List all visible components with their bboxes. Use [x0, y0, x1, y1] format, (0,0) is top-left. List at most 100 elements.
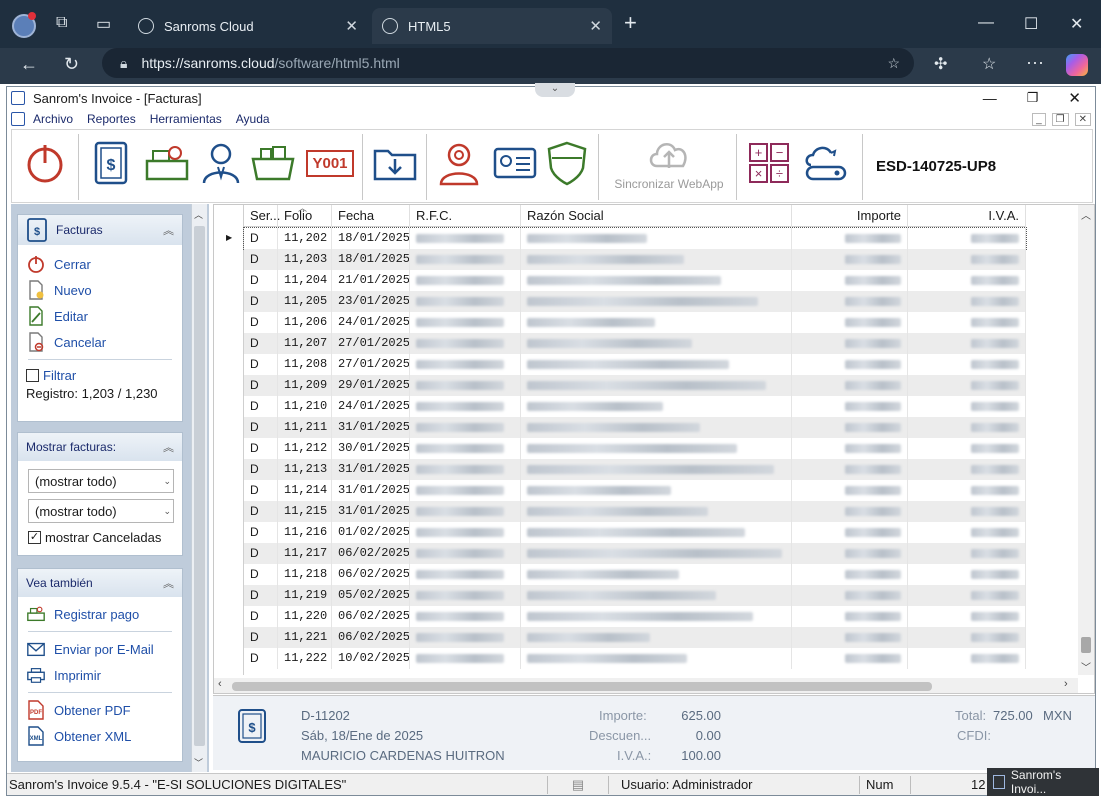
mdi-minimize-icon[interactable]: _	[1032, 112, 1046, 126]
tab-actions-icon[interactable]: ▭	[96, 14, 111, 34]
table-row[interactable]: D 11,205 23/01/2025	[244, 291, 1026, 312]
mostrar-panel-header[interactable]: Mostrar facturas: ︽	[18, 433, 182, 461]
favorite-star-icon[interactable]: ☆	[887, 55, 900, 72]
canceladas-row[interactable]: ✓ mostrar Canceladas	[18, 525, 182, 549]
scroll-up-icon[interactable]: ︿	[1081, 207, 1091, 222]
table-row[interactable]: D 11,216 01/02/2025	[244, 522, 1026, 543]
collapse-chevron-icon[interactable]: ︽	[163, 439, 174, 455]
table-row[interactable]: D 11,217 06/02/2025	[244, 543, 1026, 564]
col-folio[interactable]: Folio ︿	[278, 205, 332, 227]
power-button[interactable]	[20, 138, 70, 188]
new-tab-icon[interactable]: +	[624, 10, 637, 36]
table-row[interactable]: D 11,214 31/01/2025	[244, 480, 1026, 501]
table-row[interactable]: D 11,220 06/02/2025	[244, 606, 1026, 627]
col-importe[interactable]: Importe	[792, 205, 908, 227]
table-row[interactable]: D 11,215 31/01/2025	[244, 501, 1026, 522]
close-tab-icon[interactable]: ✕	[345, 17, 358, 35]
workspaces-icon[interactable]: ⧉	[56, 14, 67, 32]
more-icon[interactable]: ···	[1026, 52, 1044, 73]
menu-ayuda[interactable]: Ayuda	[236, 112, 270, 126]
grid-vscroll-thumb[interactable]	[1081, 637, 1091, 653]
sync-webapp-button[interactable]: Sincronizar WebApp	[606, 136, 732, 196]
refresh-icon[interactable]: ↻	[64, 54, 79, 75]
canceladas-checkbox[interactable]: ✓	[28, 530, 41, 544]
collapse-chevron-icon[interactable]: ︽	[163, 222, 174, 238]
col-rfc[interactable]: R.F.C.	[410, 205, 521, 227]
table-row[interactable]: D 11,212 30/01/2025	[244, 438, 1026, 459]
col-razon-social[interactable]: Razón Social	[521, 205, 792, 227]
invoice-button[interactable]: $	[88, 138, 134, 188]
cloud-sync-button[interactable]	[798, 138, 854, 188]
app-restore-icon[interactable]: ❐	[1027, 90, 1039, 106]
filtrar-row[interactable]: Filtrar	[18, 364, 182, 386]
series-button[interactable]: Y001	[302, 138, 358, 188]
col-iva[interactable]: I.V.A.	[908, 205, 1026, 227]
tab-html5[interactable]: HTML5 ✕	[372, 8, 612, 44]
nuevo-link[interactable]: Nuevo	[18, 277, 182, 303]
vea-panel-header[interactable]: Vea también ︽	[18, 569, 182, 597]
table-row[interactable]: D 11,206 24/01/2025	[244, 312, 1026, 333]
table-row[interactable]: D 11,221 06/02/2025	[244, 627, 1026, 648]
menu-reportes[interactable]: Reportes	[87, 112, 136, 126]
address-bar[interactable]: 🔒︎ https://sanroms.cloud/software/html5.…	[102, 48, 914, 78]
app-minimize-icon[interactable]: —	[983, 90, 997, 106]
mdi-restore-icon[interactable]: ❐	[1051, 112, 1069, 126]
security-button[interactable]	[544, 138, 590, 188]
facturas-panel-header[interactable]: $ Facturas ︽	[18, 215, 182, 245]
col-serie[interactable]: Ser...	[244, 205, 280, 227]
grid-vertical-scrollbar[interactable]: ︿ ﹀	[1078, 205, 1094, 675]
col-fecha[interactable]: Fecha	[332, 205, 410, 227]
table-row[interactable]: D 11,208 27/01/2025	[244, 354, 1026, 375]
registrar-pago-link[interactable]: Registrar pago	[18, 601, 182, 627]
grid-hscroll-thumb[interactable]	[232, 682, 932, 691]
filter-select-1[interactable]: (mostrar todo) ⌄	[28, 469, 174, 493]
cerrar-link[interactable]: Cerrar	[18, 251, 182, 277]
scroll-right-icon[interactable]: ›	[1064, 678, 1068, 690]
grid-horizontal-scrollbar[interactable]: ‹ ›	[214, 678, 1078, 693]
clients-button[interactable]	[198, 138, 244, 188]
filter-select-2[interactable]: (mostrar todo) ⌄	[28, 499, 174, 523]
table-row[interactable]: D 11,219 05/02/2025	[244, 585, 1026, 606]
collapse-chevron-icon[interactable]: ︽	[163, 575, 174, 591]
user-button[interactable]	[434, 138, 484, 188]
table-row[interactable]: D 11,210 24/01/2025	[244, 396, 1026, 417]
minimize-icon[interactable]: —	[978, 14, 994, 32]
table-row[interactable]: D 11,218 06/02/2025	[244, 564, 1026, 585]
favorites-icon[interactable]: ☆	[982, 54, 996, 74]
imprimir-link[interactable]: Imprimir	[18, 662, 182, 688]
payment-button[interactable]	[140, 138, 194, 188]
sidebar-scroll-thumb[interactable]	[194, 226, 205, 746]
table-row[interactable]: D 11,213 31/01/2025	[244, 459, 1026, 480]
copilot-icon[interactable]	[1066, 54, 1088, 76]
scroll-down-icon[interactable]: ﹀	[1081, 659, 1091, 674]
calculator-button[interactable]: + − × ÷	[744, 138, 794, 188]
cancelar-link[interactable]: Cancelar	[18, 329, 182, 355]
menu-archivo[interactable]: Archivo	[33, 112, 73, 126]
taskbar-preview[interactable]: Sanrom's Invoi...	[987, 768, 1099, 796]
obtener-pdf-link[interactable]: PDF Obtener PDF	[18, 697, 182, 723]
scroll-down-icon[interactable]: ﹀	[194, 756, 203, 769]
extensions-icon[interactable]: ✣	[934, 54, 947, 74]
table-row[interactable]: D 11,203 18/01/2025	[244, 249, 1026, 270]
menu-herramientas[interactable]: Herramientas	[150, 112, 222, 126]
close-window-icon[interactable]: ✕	[1070, 14, 1083, 34]
editar-link[interactable]: Editar	[18, 303, 182, 329]
products-button[interactable]	[248, 138, 298, 188]
app-close-icon[interactable]: ✕	[1068, 89, 1081, 107]
filtrar-checkbox[interactable]	[26, 368, 39, 382]
scroll-left-icon[interactable]: ‹	[218, 678, 222, 690]
close-tab-icon[interactable]: ✕	[589, 17, 602, 35]
sidebar-scrollbar[interactable]: ︿ ﹀	[191, 204, 207, 772]
mdi-close-icon[interactable]: ✕	[1074, 112, 1091, 126]
table-row[interactable]: D 11,204 21/01/2025	[244, 270, 1026, 291]
table-row[interactable]: D 11,222 10/02/2025	[244, 648, 1026, 669]
tab-sanroms-cloud[interactable]: Sanroms Cloud ✕	[128, 8, 368, 44]
company-button[interactable]	[490, 138, 540, 188]
table-row[interactable]: D 11,209 29/01/2025	[244, 375, 1026, 396]
maximize-icon[interactable]: ☐	[1024, 14, 1038, 34]
download-button[interactable]	[370, 138, 420, 188]
back-icon[interactable]: ←	[20, 54, 38, 75]
table-row[interactable]: D 11,211 31/01/2025	[244, 417, 1026, 438]
scroll-up-icon[interactable]: ︿	[194, 208, 203, 221]
enviar-email-link[interactable]: Enviar por E-Mail	[18, 636, 182, 662]
